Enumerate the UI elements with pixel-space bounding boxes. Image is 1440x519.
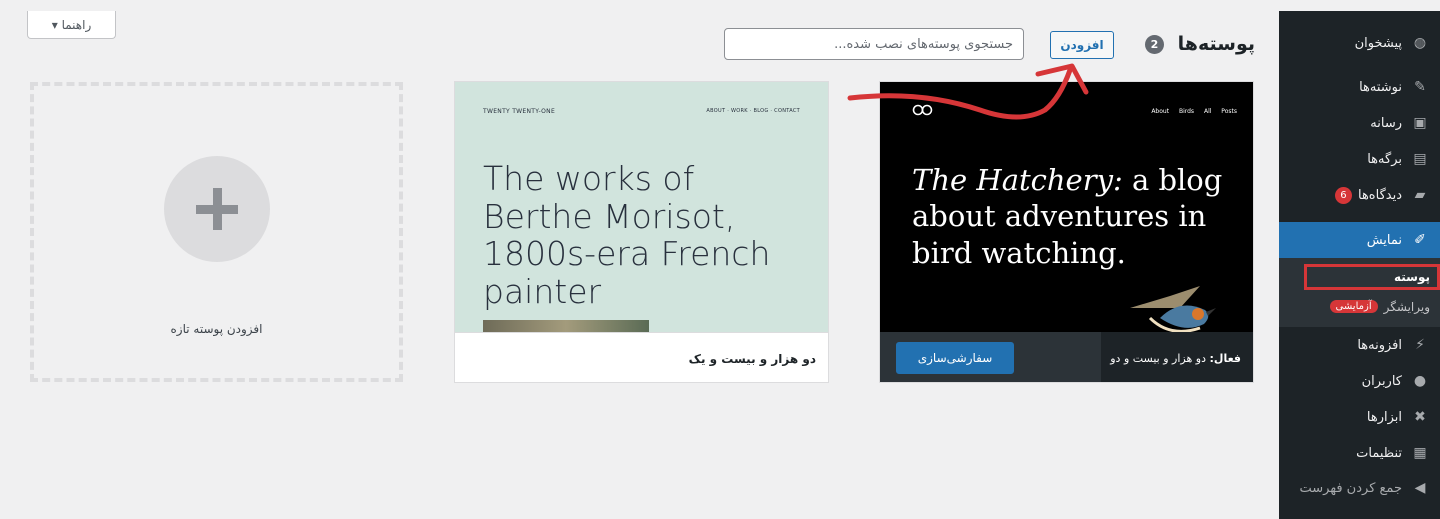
settings-icon: ▦ [1413, 445, 1427, 461]
theme-count-badge: 2 [1145, 35, 1164, 54]
sidebar-item-label: ابزارها [1366, 409, 1402, 425]
sidebar-item-label: نمایش [1366, 232, 1402, 248]
comment-count-badge: 6 [1334, 186, 1352, 204]
sidebar-item-label: افزونه‌ها [1357, 337, 1402, 353]
user-icon: ● [1413, 373, 1427, 389]
sidebar-item-posts[interactable]: ✎ نوشته‌ها [1279, 69, 1440, 105]
theme-card-twenty-twenty-two-active[interactable]: About Birds All Posts The Hatchery: a bl… [879, 81, 1254, 383]
preview-nav: ABOUT · WORK · BLOG · CONTACT [706, 108, 800, 114]
sidebar-item-pages[interactable]: ▤ برگه‌ها [1279, 141, 1440, 177]
sidebar-collapse-menu[interactable]: ◀ جمع کردن فهرست [1279, 471, 1440, 505]
sidebar-item-comments[interactable]: ▰ دیدگاه‌ها 6 [1279, 177, 1440, 213]
comment-icon: ▰ [1414, 187, 1426, 203]
sidebar-item-appearance[interactable]: ✐ نمایش [1271, 222, 1440, 258]
plus-icon [163, 156, 270, 262]
sidebar-item-label: برگه‌ها [1367, 151, 1402, 167]
theme-name: دو هزار و بیست و یک [688, 351, 816, 366]
collapse-icon: ◀ [1414, 480, 1426, 496]
beta-badge: آزمایشی [1329, 300, 1378, 313]
submenu-item-editor[interactable]: ویرایشگر آزمایشی [1279, 294, 1440, 319]
page-title: پوسته‌ها [1177, 33, 1255, 55]
sidebar-item-label: دیدگاه‌ها [1357, 187, 1402, 203]
preview-nav: About Birds All Posts [1151, 108, 1237, 115]
help-tab-button[interactable]: راهنما ▾ [27, 11, 116, 39]
active-theme-label: فعال: دو هزار و بیست و دو [1101, 352, 1253, 365]
theme-actions: سفارشی‌سازی [880, 332, 1101, 382]
brush-icon: ✐ [1414, 232, 1426, 248]
theme-card-twenty-twenty-one[interactable]: TWENTY TWENTY-ONE ABOUT · WORK · BLOG · … [454, 81, 829, 383]
theme-name: دو هزار و بیست و دو [1110, 351, 1206, 365]
plugin-icon: ⚡ [1415, 337, 1425, 353]
preview-headline: The works of Berthe Morisot, 1800s-era F… [483, 159, 771, 311]
submenu-item-label: ویرایشگر [1383, 299, 1430, 314]
add-new-theme-label: افزودن پوسته تازه [170, 322, 263, 336]
add-theme-button[interactable]: افزودن [1050, 31, 1114, 59]
sidebar-item-media[interactable]: ▣ رسانه [1279, 105, 1440, 141]
pin-icon: ✎ [1414, 79, 1426, 95]
media-icon: ▣ [1413, 115, 1427, 131]
sidebar-item-label: کاربران [1361, 373, 1402, 389]
sidebar-item-label: رسانه [1370, 115, 1402, 131]
customize-button[interactable]: سفارشی‌سازی [896, 342, 1014, 374]
theme-card-footer: فعال: دو هزار و بیست و دو سفارشی‌سازی [880, 332, 1253, 382]
appearance-submenu: پوسته ویرایشگر آزمایشی [1279, 258, 1440, 327]
theme-card-footer: دو هزار و بیست و یک [455, 332, 828, 382]
page-icon: ▤ [1413, 151, 1427, 167]
dashboard-icon: ◍ [1413, 35, 1427, 51]
preview-headline-italic: The Hatchery: [912, 163, 1123, 197]
bird-illustration-icon [1130, 286, 1216, 332]
theme-search-input[interactable] [724, 28, 1024, 60]
preview-site-title: TWENTY TWENTY-ONE [483, 108, 556, 115]
sidebar-item-tools[interactable]: ✖ ابزارها [1279, 399, 1440, 435]
sidebar-item-label: تنظیمات [1356, 445, 1402, 461]
bird-logo-icon [912, 104, 933, 116]
active-prefix: فعال: [1209, 351, 1242, 365]
sidebar-item-settings[interactable]: ▦ تنظیمات [1279, 435, 1440, 471]
sidebar-item-dashboard[interactable]: ◍ پیشخوان [1279, 25, 1440, 61]
theme-screenshot[interactable]: About Birds All Posts The Hatchery: a bl… [880, 82, 1253, 332]
submenu-item-label: پوسته [1393, 270, 1430, 284]
preview-painting-image [483, 320, 649, 332]
admin-sidebar: ◍ پیشخوان ✎ نوشته‌ها ▣ رسانه ▤ برگه‌ها ▰… [1271, 11, 1440, 519]
preview-headline: The Hatchery: a blog about adventures in… [912, 162, 1232, 271]
sidebar-item-users[interactable]: ● کاربران [1279, 363, 1440, 399]
sidebar-item-plugins[interactable]: ⚡ افزونه‌ها [1279, 327, 1440, 363]
add-new-theme-card[interactable]: افزودن پوسته تازه [30, 82, 403, 382]
submenu-item-themes[interactable]: پوسته [1304, 264, 1440, 290]
sidebar-item-label: جمع کردن فهرست [1299, 480, 1402, 496]
wrench-icon: ✖ [1414, 409, 1426, 425]
theme-screenshot[interactable]: TWENTY TWENTY-ONE ABOUT · WORK · BLOG · … [455, 82, 828, 332]
sidebar-item-label: پیشخوان [1354, 35, 1402, 51]
sidebar-item-label: نوشته‌ها [1359, 79, 1402, 95]
